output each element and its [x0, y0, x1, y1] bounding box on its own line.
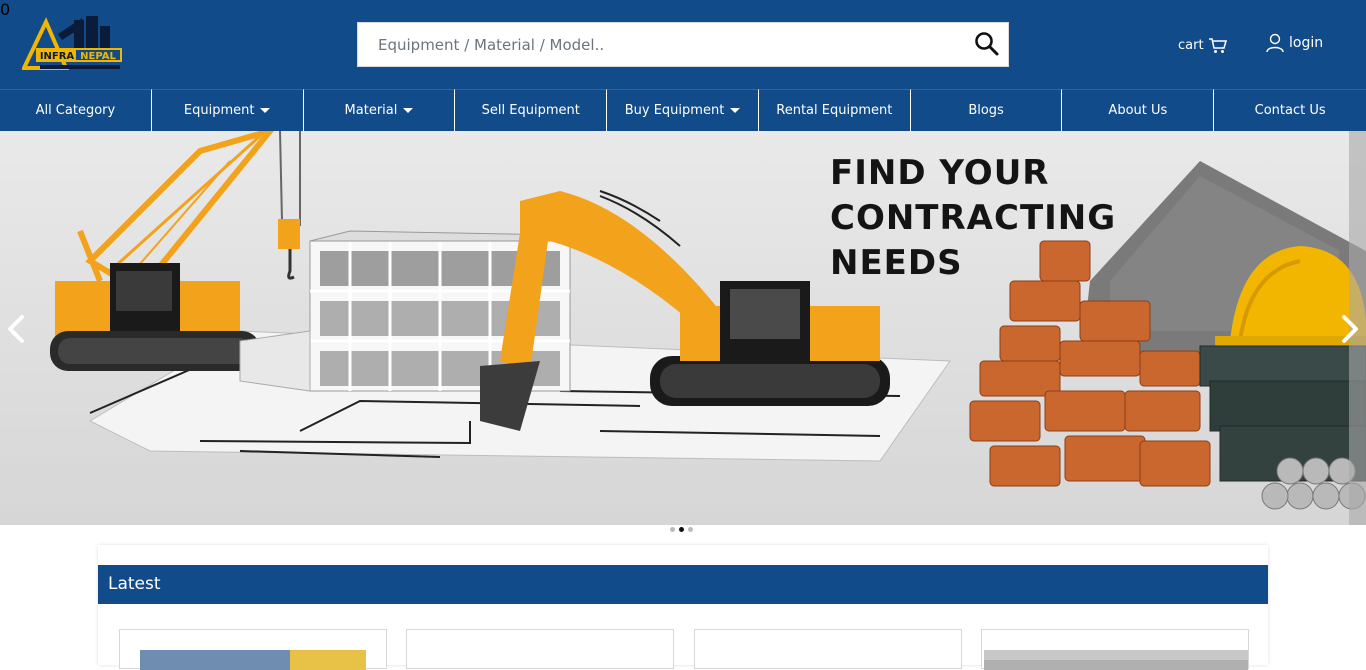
nav-item-label: Rental Equipment	[776, 103, 893, 118]
nav-item-label: Blogs	[968, 103, 1004, 118]
cart-label: cart	[1178, 37, 1204, 53]
search-bar	[357, 22, 1009, 67]
nav-item-rental-equipment[interactable]: Rental Equipment	[758, 89, 911, 131]
caret-down-icon	[260, 108, 271, 113]
banner-headline-line: NEEDS	[830, 243, 963, 283]
nav-item-all-category[interactable]: All Category	[0, 89, 152, 131]
hero-carousel: FIND YOUR CONTRACTING NEEDS	[0, 131, 1366, 525]
nav-item-material[interactable]: Material	[303, 89, 456, 131]
nav-item-label: About Us	[1108, 103, 1168, 118]
product-thumbnail	[984, 650, 1248, 670]
nav-item-contact-us[interactable]: Contact Us	[1214, 89, 1366, 131]
caret-down-icon	[403, 108, 414, 113]
chevron-left-icon[interactable]	[4, 311, 28, 347]
user-icon	[1266, 33, 1284, 53]
cart-link[interactable]: cart	[1178, 25, 1228, 65]
latest-header: Latest	[98, 565, 1268, 604]
banner-headline-line: FIND YOUR	[830, 153, 1050, 193]
nav-item-label: Contact Us	[1254, 103, 1326, 118]
product-card[interactable]	[119, 629, 387, 670]
nav-item-label: All Category	[35, 103, 116, 118]
nav-item-sell-equipment[interactable]: Sell Equipment	[455, 89, 608, 131]
search-input[interactable]	[358, 23, 958, 66]
nav-item-equipment[interactable]: Equipment	[151, 89, 304, 131]
carousel-indicators	[670, 527, 693, 532]
nav-item-label: Material	[344, 103, 398, 118]
infra-nepal-logo[interactable]: INFRA NEPAL	[22, 14, 124, 72]
banner-headline-line: CONTRACTING	[830, 198, 1117, 238]
product-card[interactable]	[406, 629, 674, 669]
nav-item-label: Buy Equipment	[624, 103, 725, 118]
product-thumbnail	[140, 650, 366, 670]
carousel-dot-active[interactable]	[679, 527, 684, 532]
section-title: Latest	[108, 574, 161, 594]
product-card[interactable]	[981, 629, 1249, 670]
login-label: login	[1289, 35, 1324, 51]
site-header: INFRA NEPAL cart 0 login	[0, 0, 1366, 89]
main-nav: All Category Equipment Material Sell Equ…	[0, 89, 1366, 131]
cart-icon	[1208, 38, 1227, 53]
nav-item-blogs[interactable]: Blogs	[910, 89, 1063, 131]
carousel-dot[interactable]	[688, 527, 693, 532]
product-card[interactable]	[694, 629, 962, 669]
svg-text:INFRA: INFRA	[40, 51, 75, 62]
login-link[interactable]: login	[1266, 33, 1323, 53]
search-icon[interactable]	[974, 31, 1000, 57]
nav-item-about-us[interactable]: About Us	[1062, 89, 1215, 131]
nav-item-label: Equipment	[183, 103, 255, 118]
nav-item-label: Sell Equipment	[481, 103, 580, 118]
cart-count-badge: 0	[0, 0, 11, 19]
carousel-dot[interactable]	[670, 527, 675, 532]
svg-text:NEPAL: NEPAL	[80, 51, 116, 62]
banner-headline: FIND YOUR CONTRACTING NEEDS	[830, 151, 1116, 286]
nav-item-buy-equipment[interactable]: Buy Equipment	[607, 89, 759, 131]
construction-banner-image	[0, 131, 1366, 525]
chevron-right-icon[interactable]	[1338, 311, 1362, 347]
caret-down-icon	[730, 108, 741, 113]
